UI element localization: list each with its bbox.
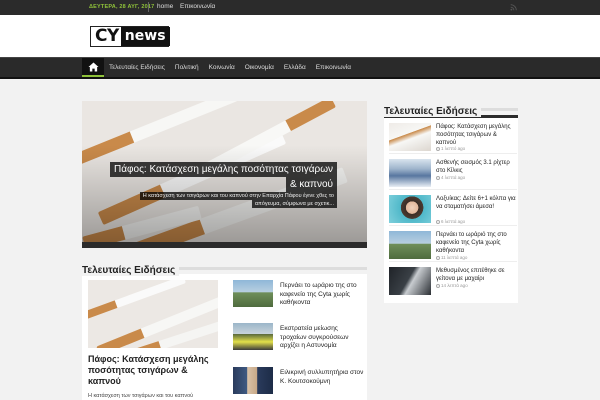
sidebar-title: Τελευταίες Ειδήσεις xyxy=(384,106,482,117)
featured-post-title[interactable]: Πάφος: Κατάσχεση μεγάλης ποσότητας τσιγά… xyxy=(88,354,219,387)
top-link-contact[interactable]: Επικοινωνία xyxy=(180,3,215,10)
list-item: Περνάει το ωράριο της στο καφενείο της C… xyxy=(233,280,367,310)
sidebar-item-title[interactable]: Μεθυσμένος επιτέθηκε σε γείτονα με μαχαί… xyxy=(436,267,516,283)
list-item: Μεθυσμένος επιτέθηκε σε γείτονα με μαχαί… xyxy=(389,264,517,298)
sidebar-item-time-text: 1 λεπτό ago xyxy=(441,146,466,151)
sidebar-item-time-text: 14 λεπτά ago xyxy=(441,283,468,288)
sidebar-post-list: Πάφος: Κατάσχεση μεγάλης ποσότητας τσιγά… xyxy=(384,115,518,303)
sidebar-item-title[interactable]: Πάφος: Κατάσχεση μεγάλης ποσότητας τσιγά… xyxy=(436,123,516,147)
list-item-thumbnail[interactable] xyxy=(233,280,273,307)
list-item-thumbnail[interactable] xyxy=(233,323,273,350)
sidebar-item-title[interactable]: Περνάει το ωράριό της στο καφενείο της C… xyxy=(436,231,516,255)
logo-part-news: news xyxy=(120,27,170,46)
clock-icon xyxy=(436,255,440,260)
featured-post-excerpt: Η κατάσχεση των τσιγάρων και του καπνού xyxy=(88,393,194,399)
logo-part-cy: CY xyxy=(91,27,121,46)
list-item: Ειλικρινή συλλυπητήρια στον Κ. Κουτσοκού… xyxy=(233,367,367,397)
top-link-home[interactable]: home xyxy=(157,3,173,10)
sidebar-item-thumbnail[interactable] xyxy=(389,195,431,223)
nav-item-greece[interactable]: Ελλάδα xyxy=(279,58,311,77)
slider-excerpt-line-1: Η κατάσχεση των τσιγάρων και του καπνού … xyxy=(139,192,337,200)
rss-icon[interactable] xyxy=(510,4,517,11)
slider-bottom-bar xyxy=(82,242,367,248)
sidebar-item-thumbnail[interactable] xyxy=(389,123,431,151)
list-item-thumbnail[interactable] xyxy=(233,367,273,394)
clock-icon xyxy=(436,175,440,180)
featured-post: Πάφος: Κατάσχεση μεγάλης ποσότητας τσιγά… xyxy=(82,274,225,400)
top-bar: ΔΕΥΤΕΡΑ, 28 ΑΥΓ, 2017 home Επικοινωνία xyxy=(0,0,600,15)
featured-post-image[interactable] xyxy=(88,280,218,348)
home-icon xyxy=(88,61,98,72)
latest-news-heading: Τελευταίες Ειδήσεις xyxy=(82,260,367,276)
nav-item-contact[interactable]: Επικοινωνία xyxy=(311,58,356,77)
list-item: Πάφος: Κατάσχεση μεγάλης ποσότητας τσιγά… xyxy=(389,120,517,154)
list-item: Ασθενής σεισμός 3.1 ρίχτερ στο Κίλκις 4 … xyxy=(389,156,517,190)
sidebar-item-time: 11 λεπτά ago xyxy=(436,255,467,260)
nav-item-politics[interactable]: Πολιτική xyxy=(170,58,204,77)
clock-icon xyxy=(436,219,440,224)
list-item: Λοξυίκας: Δείτε 6+1 κόλπα για να σταματή… xyxy=(389,192,517,226)
list-item: Εκστρατεία μείωσης τροχαίων συγκρούσεων … xyxy=(233,323,367,353)
nav-home-button[interactable] xyxy=(82,58,104,77)
slider-title-line-2[interactable]: & καπνού xyxy=(285,177,337,192)
list-item-title[interactable]: Ειλικρινή συλλυπητήρια στον Κ. Κουτσοκού… xyxy=(280,369,366,386)
section-title: Τελευταίες Ειδήσεις xyxy=(82,265,180,276)
sidebar-item-title[interactable]: Ασθενής σεισμός 3.1 ρίχτερ στο Κίλκις xyxy=(436,159,516,175)
slider-excerpt-line-2: απόγευμα, σύμφωνα με σχετικ... xyxy=(251,200,337,208)
clock-icon xyxy=(436,146,440,151)
sidebar-item-time-text: 4 λεπτά ago xyxy=(441,175,466,180)
main-post-list: Περνάει το ωράριο της στο καφενείο της C… xyxy=(225,274,367,400)
sidebar-item-thumbnail[interactable] xyxy=(389,159,431,187)
sidebar-item-time: 1 λεπτό ago xyxy=(436,146,465,151)
top-separator xyxy=(148,2,149,12)
main-navigation: Τελευταίες Ειδήσεις Πολιτική Κοινωνία Οι… xyxy=(0,57,600,79)
current-date: ΔΕΥΤΕΡΑ, 28 ΑΥΓ, 2017 xyxy=(89,4,155,10)
sidebar-item-time-text: 11 λεπτά ago xyxy=(441,255,468,260)
slider-title-line-1[interactable]: Πάφος: Κατάσχεση μεγάλης ποσότητας τσιγά… xyxy=(110,162,337,177)
sidebar-item-time: 14 λεπτά ago xyxy=(436,283,468,288)
featured-slider[interactable]: Πάφος: Κατάσχεση μεγάλης ποσότητας τσιγά… xyxy=(82,101,367,248)
list-item-title[interactable]: Εκστρατεία μείωσης τροχαίων συγκρούσεων … xyxy=(280,325,366,351)
list-item: Περνάει το ωράριό της στο καφενείο της C… xyxy=(389,228,517,262)
clock-icon xyxy=(436,283,440,288)
list-item-title[interactable]: Περνάει το ωράριο της στο καφενείο της C… xyxy=(280,282,366,308)
nav-item-society[interactable]: Κοινωνία xyxy=(204,58,240,77)
sidebar-item-title[interactable]: Λοξυίκας: Δείτε 6+1 κόλπα για να σταματή… xyxy=(436,195,516,211)
site-header: CY news xyxy=(0,15,600,57)
sidebar-item-time: 4 λεπτά ago xyxy=(436,175,465,180)
sidebar-heading: Τελευταίες Ειδήσεις xyxy=(384,101,518,117)
sidebar-item-thumbnail[interactable] xyxy=(389,267,431,295)
nav-item-economy[interactable]: Οικονομία xyxy=(240,58,279,77)
nav-item-latest-news[interactable]: Τελευταίες Ειδήσεις xyxy=(104,58,170,77)
site-logo[interactable]: CY news xyxy=(90,26,170,47)
sidebar-item-time: 6 λεπτά ago xyxy=(436,219,465,224)
sidebar-item-thumbnail[interactable] xyxy=(389,231,431,259)
sidebar-item-time-text: 6 λεπτά ago xyxy=(441,219,466,224)
